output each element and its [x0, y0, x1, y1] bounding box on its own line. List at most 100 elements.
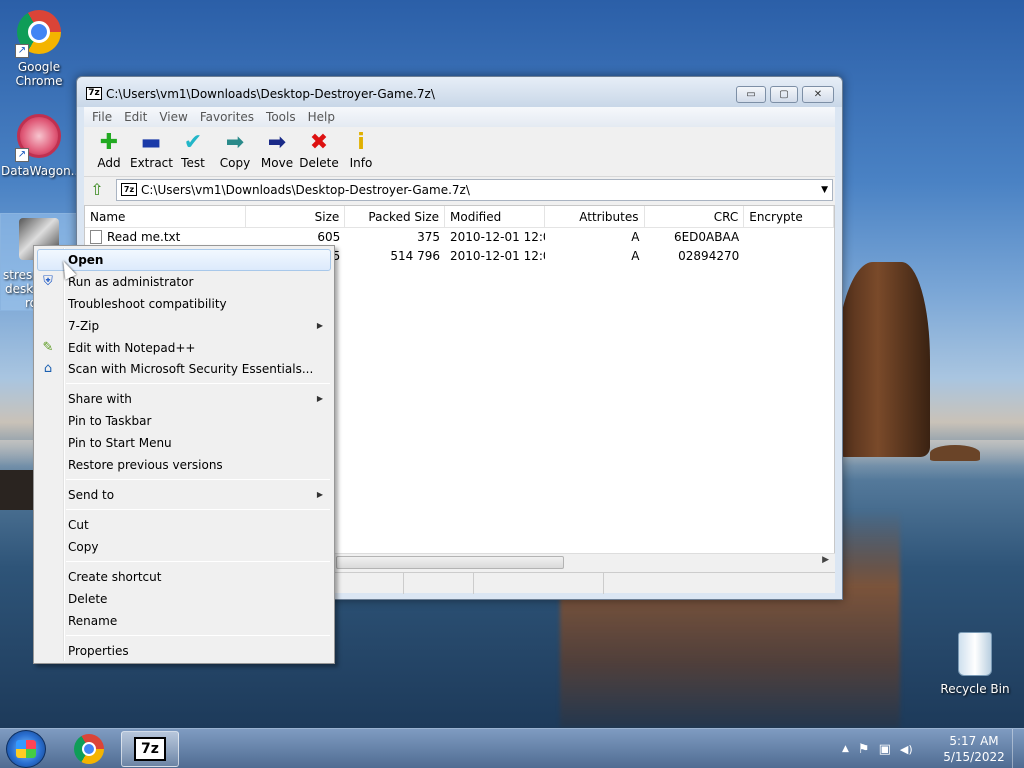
- menu-item-edit-with-notepadpp[interactable]: ✎ Edit with Notepad++: [37, 337, 331, 359]
- text-file-icon: [90, 230, 102, 244]
- file-attributes: A: [631, 230, 640, 244]
- menu-item-troubleshoot-compatibility[interactable]: Troubleshoot compatibility: [37, 293, 331, 315]
- flag-icon[interactable]: ⚑: [858, 742, 870, 757]
- security-icon: ⌂: [43, 361, 53, 376]
- menu-separator: [66, 561, 330, 562]
- taskbar-7zip[interactable]: 7z: [121, 731, 179, 767]
- desktop-icon-label: DataWagon...: [1, 164, 83, 178]
- menu-item-properties[interactable]: Properties: [37, 640, 331, 662]
- delete-button[interactable]: ✖ Delete: [298, 127, 340, 176]
- menu-file[interactable]: File: [86, 107, 118, 127]
- start-button[interactable]: [6, 730, 46, 768]
- menu-item-rename[interactable]: Rename: [37, 610, 331, 632]
- copy-button[interactable]: ➡ Copy: [214, 127, 256, 176]
- menu-item-7zip[interactable]: 7-Zip ▶: [37, 315, 331, 337]
- menu-help[interactable]: Help: [302, 107, 341, 127]
- menu-item-restore-previous-versions[interactable]: Restore previous versions: [37, 454, 331, 476]
- shield-icon: ⛨: [43, 274, 53, 289]
- menu-item-delete[interactable]: Delete: [37, 588, 331, 610]
- menu-separator: [66, 479, 330, 480]
- clock-date: 5/15/2022: [943, 750, 1005, 764]
- scroll-right-icon[interactable]: ▶: [822, 555, 829, 565]
- window-titlebar[interactable]: 7z C:\Users\vm1\Downloads\Desktop-Destro…: [77, 77, 842, 107]
- column-name[interactable]: Name: [85, 206, 246, 227]
- menu-separator: [66, 635, 330, 636]
- menu-tools[interactable]: Tools: [260, 107, 302, 127]
- scrollbar-thumb[interactable]: [336, 556, 564, 569]
- info-button[interactable]: i Info: [340, 127, 382, 176]
- chrome-icon: ↗: [15, 10, 63, 58]
- file-attributes: A: [631, 249, 640, 263]
- menu-item-share-with[interactable]: Share with ▶: [37, 388, 331, 410]
- sevenzip-icon: 7z: [134, 737, 166, 761]
- menu-item-send-to[interactable]: Send to ▶: [37, 484, 331, 506]
- maximize-button[interactable]: ▢: [770, 86, 798, 103]
- desktop-icon-recycle-bin[interactable]: Recycle Bin: [937, 630, 1013, 696]
- volume-icon[interactable]: ◀): [900, 743, 913, 756]
- column-packed-size[interactable]: Packed Size: [345, 206, 446, 227]
- column-encrypted[interactable]: Encrypte: [744, 206, 834, 227]
- menu-item-pin-to-taskbar[interactable]: Pin to Taskbar: [37, 410, 331, 432]
- shortcut-arrow-icon: ↗: [15, 44, 29, 58]
- close-button[interactable]: ✕: [802, 86, 834, 103]
- extract-icon: ▬: [140, 130, 162, 155]
- column-size[interactable]: Size: [246, 206, 346, 227]
- menu-item-pin-to-start-menu[interactable]: Pin to Start Menu: [37, 432, 331, 454]
- test-button[interactable]: ✔ Test: [172, 127, 214, 176]
- menu-item-create-shortcut[interactable]: Create shortcut: [37, 566, 331, 588]
- network-icon[interactable]: ▣: [879, 742, 891, 757]
- chrome-icon: [74, 734, 104, 764]
- add-button[interactable]: ✚ Add: [88, 127, 130, 176]
- menu-item-run-as-administrator[interactable]: ⛨ Run as administrator: [37, 271, 331, 293]
- file-packed-size: 375: [417, 230, 441, 244]
- windows-logo-icon: [16, 740, 36, 758]
- column-crc[interactable]: CRC: [645, 206, 745, 227]
- desktop-icon-datawagon[interactable]: ↗ DataWagon...: [1, 112, 83, 178]
- window-title: C:\Users\vm1\Downloads\Desktop-Destroyer…: [106, 87, 435, 101]
- datawagon-icon: ↗: [15, 114, 63, 162]
- add-icon: ✚: [99, 130, 119, 155]
- address-text: C:\Users\vm1\Downloads\Desktop-Destroyer…: [141, 183, 470, 197]
- folder-up-button[interactable]: ⇧: [86, 180, 108, 200]
- extract-button[interactable]: ▬ Extract: [130, 127, 173, 176]
- submenu-arrow-icon: ▶: [316, 321, 323, 330]
- menu-item-scan-security-essentials[interactable]: ⌂ Scan with Microsoft Security Essentials…: [37, 358, 331, 380]
- menu-separator: [66, 383, 330, 384]
- file-crc: 02894270: [678, 249, 740, 263]
- menu-item-cut[interactable]: Cut: [37, 514, 331, 536]
- file-name: Read me.txt: [107, 230, 181, 244]
- file-modified: 2010-12-01 12:01: [450, 249, 545, 263]
- taskbar-chrome[interactable]: [60, 731, 118, 767]
- column-attributes[interactable]: Attributes: [545, 206, 645, 227]
- desktop-icon-chrome[interactable]: ↗ Google Chrome: [1, 8, 77, 88]
- show-desktop-button[interactable]: [1012, 729, 1024, 768]
- menu-view[interactable]: View: [153, 107, 193, 127]
- chevron-up-icon[interactable]: ▲: [842, 744, 849, 754]
- menu-item-copy[interactable]: Copy: [37, 536, 331, 558]
- info-icon: i: [357, 130, 365, 155]
- notepad-icon: ✎: [42, 340, 54, 355]
- shortcut-arrow-icon: ↗: [15, 148, 29, 162]
- recycle-bin-icon: [951, 632, 999, 680]
- menu-edit[interactable]: Edit: [118, 107, 153, 127]
- desktop-icon-label: Recycle Bin: [940, 682, 1010, 696]
- delete-icon: ✖: [309, 130, 329, 155]
- address-field[interactable]: 7z C:\Users\vm1\Downloads\Desktop-Destro…: [116, 179, 833, 201]
- move-icon: ➡: [267, 130, 287, 155]
- minimize-button[interactable]: ▭: [736, 86, 766, 103]
- submenu-arrow-icon: ▶: [316, 394, 323, 403]
- file-modified: 2010-12-01 12:06: [450, 230, 545, 244]
- address-bar: ⇧ 7z C:\Users\vm1\Downloads\Desktop-Dest…: [84, 178, 835, 202]
- clock-time: 5:17 AM: [949, 734, 999, 748]
- menu-bar: File Edit View Favorites Tools Help: [84, 107, 835, 127]
- menu-favorites[interactable]: Favorites: [194, 107, 260, 127]
- context-menu: Open ⛨ Run as administrator Troubleshoot …: [33, 245, 335, 664]
- chevron-down-icon[interactable]: ▼: [821, 180, 828, 200]
- archive-icon: 7z: [121, 183, 137, 196]
- clock[interactable]: 5:17 AM 5/15/2022: [940, 733, 1008, 765]
- toolbar: ✚ Add ▬ Extract ✔ Test ➡ Copy ➡ Move ✖ Delete …: [84, 127, 835, 177]
- move-button[interactable]: ➡ Move: [256, 127, 298, 176]
- menu-item-open[interactable]: Open: [37, 249, 331, 271]
- wallpaper-rock-small: [930, 445, 980, 461]
- column-modified[interactable]: Modified: [445, 206, 545, 227]
